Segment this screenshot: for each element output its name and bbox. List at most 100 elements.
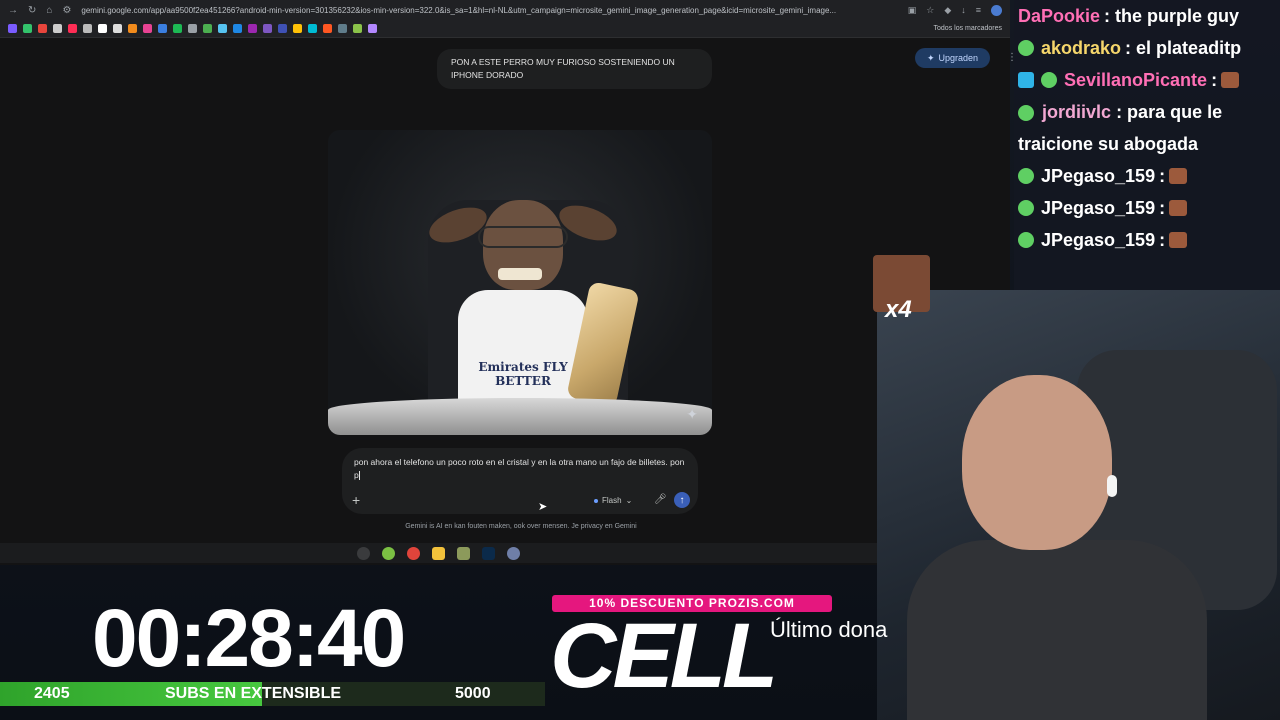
prompt-input-text: pon ahora el telefono un poco roto en el… (354, 457, 685, 480)
prompt-input[interactable]: pon ahora el telefono un poco roto en el… (354, 456, 686, 482)
bookmark-icon[interactable] (203, 24, 212, 33)
chat-text: : (1159, 166, 1166, 186)
chrome-icon[interactable] (407, 546, 420, 560)
chat-text: : (1159, 198, 1166, 218)
address-input[interactable]: gemini.google.com/app/aa9500f2ea451266?a… (81, 6, 897, 15)
home-icon[interactable]: ⌂ (46, 5, 52, 16)
subs-goal-label: SUBS EN EXTENSIBLE (165, 685, 342, 702)
all-bookmarks-link[interactable]: Todos los marcadores (934, 25, 1002, 32)
prompt-input-box[interactable]: pon ahora el telefono un poco roto en el… (342, 448, 698, 514)
bookmark-icon[interactable] (338, 24, 347, 33)
reload-icon[interactable]: ↻ (28, 5, 36, 16)
gemini-chat-area: PON A ESTE PERRO MUY FURIOSO SOSTENIENDO… (0, 38, 1017, 543)
image-desk (328, 398, 712, 435)
last-donation-ticker: Último dona (770, 617, 888, 642)
taskbar-app-icon[interactable] (382, 546, 395, 560)
mouse-pointer-icon: ➤ (538, 501, 548, 513)
text-cursor (358, 471, 360, 481)
chat-text: : the purple guy (1104, 6, 1240, 26)
browser-window: → ↻ ⌂ ⚙ gemini.google.com/app/aa9500f2ea… (0, 0, 1017, 565)
star-icon[interactable]: ☆ (926, 5, 934, 16)
subscriber-badge-icon (1018, 40, 1034, 56)
chat-message: jordiivlc : para que le traicione su abo… (1018, 96, 1276, 160)
bookmark-icon[interactable] (23, 24, 32, 33)
translate-icon[interactable]: ▣ (908, 5, 917, 16)
chat-text: : el plateaditp (1125, 38, 1242, 58)
chevron-down-icon: ⌄ (625, 496, 633, 505)
chat-username: JPegaso_159 (1041, 230, 1156, 250)
chat-username: jordiivlc (1042, 102, 1112, 122)
user-prompt-bubble: PON A ESTE PERRO MUY FURIOSO SOSTENIENDO… (437, 49, 712, 89)
subscriber-badge-icon (1018, 168, 1034, 184)
bookmark-icon[interactable] (113, 24, 122, 33)
bookmark-icon[interactable] (68, 24, 77, 33)
bookmark-icon[interactable] (158, 24, 167, 33)
bookmark-icon[interactable] (173, 24, 182, 33)
subscriber-badge-icon (1018, 105, 1034, 122)
bookmark-icon[interactable] (263, 24, 272, 33)
forward-icon[interactable]: → (8, 5, 18, 16)
image-dog-teeth (498, 268, 542, 280)
image-shirt-text: Emirates FLY BETTER (478, 360, 568, 388)
gemini-sparkle-icon: ✦ (686, 406, 698, 422)
bookmark-icon[interactable] (188, 24, 197, 33)
chat-text: : (1159, 230, 1166, 250)
model-selector[interactable]: Flash ⌄ (594, 496, 632, 505)
bookmark-icon[interactable] (233, 24, 242, 33)
subscriber-badge-icon (1018, 200, 1034, 216)
bookmark-icon[interactable] (368, 24, 377, 33)
chat-message: akodrako : el plateaditp (1018, 32, 1276, 64)
add-attachment-icon[interactable]: + (352, 492, 360, 508)
subscriber-badge-icon (1018, 232, 1034, 248)
emote-multiplier: x4 (885, 296, 912, 323)
bookmark-icon[interactable] (128, 24, 137, 33)
site-info-icon[interactable]: ⚙ (62, 5, 71, 16)
webcam-streamer-shirt (907, 540, 1207, 720)
microphone-icon[interactable]: 🎤︎ (654, 494, 667, 505)
bookmark-icon[interactable] (323, 24, 332, 33)
taskbar-app-icon[interactable] (457, 546, 470, 560)
bookmark-icon[interactable] (293, 24, 302, 33)
chat-message: JPegaso_159 : (1018, 224, 1276, 256)
menu-icon[interactable]: ≡ (976, 5, 981, 16)
extension-icon[interactable]: ◆ (944, 5, 951, 16)
photoshop-icon[interactable] (482, 546, 495, 560)
webcam-feed (877, 290, 1280, 720)
bookmark-icon[interactable] (143, 24, 152, 33)
bookmark-icon[interactable] (278, 24, 287, 33)
send-button[interactable]: ↑ (674, 492, 690, 508)
stream-chat: DaPookie : the purple guy akodrako : el … (1014, 0, 1280, 290)
taskbar-app-icon[interactable] (357, 546, 370, 560)
bookmark-icon[interactable] (218, 24, 227, 33)
chat-emote (1169, 200, 1188, 216)
bookmark-icon[interactable] (53, 24, 62, 33)
model-label: Flash (602, 496, 622, 505)
chat-username: JPegaso_159 (1041, 166, 1156, 186)
generated-image[interactable]: Emirates FLY BETTER ✦ (328, 130, 712, 435)
chat-message: DaPookie : the purple guy (1018, 0, 1276, 32)
bookmark-icon[interactable] (83, 24, 92, 33)
bookmark-icon[interactable] (248, 24, 257, 33)
folder-icon[interactable] (432, 546, 445, 560)
bookmark-icon[interactable] (308, 24, 317, 33)
chat-username: JPegaso_159 (1041, 198, 1156, 218)
chat-username: SevillanoPicante (1064, 70, 1208, 90)
sponsor-logo: CELL (550, 605, 778, 707)
chat-username: akodrako (1041, 38, 1122, 58)
subs-goal-count: 5000 (455, 685, 491, 702)
bookmark-icon[interactable] (38, 24, 47, 33)
profile-avatar[interactable] (991, 4, 1002, 16)
image-dog-glasses (478, 226, 568, 248)
upgrade-button[interactable]: ✦ Upgraden (915, 48, 990, 68)
bookmark-icon[interactable] (353, 24, 362, 33)
upgrade-label: Upgraden (938, 53, 979, 63)
chat-username: DaPookie (1018, 6, 1101, 26)
bookmark-icon[interactable] (98, 24, 107, 33)
subs-current-count: 2405 (34, 685, 70, 702)
bookmark-icon[interactable] (8, 24, 17, 33)
download-icon[interactable]: ↓ (961, 5, 966, 16)
chat-message: JPegaso_159 : (1018, 160, 1276, 192)
screen: → ↻ ⌂ ⚙ gemini.google.com/app/aa9500f2ea… (0, 0, 1280, 720)
taskbar-app-icon[interactable] (507, 546, 520, 560)
url-bar: → ↻ ⌂ ⚙ gemini.google.com/app/aa9500f2ea… (0, 0, 1010, 20)
